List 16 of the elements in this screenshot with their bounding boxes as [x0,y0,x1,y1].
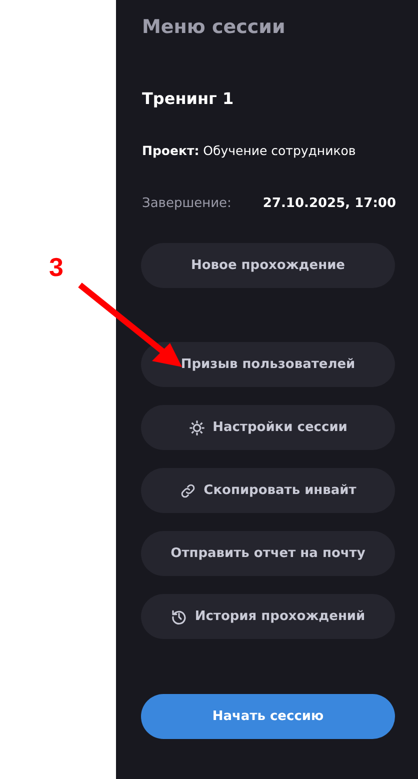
end-value: 27.10.2025, 17:00 [262,195,396,213]
panel-title: Меню сессии [142,15,286,40]
gear-icon [188,420,205,436]
menu-button[interactable]: Настройки сессии [141,405,395,450]
session-name: Тренинг 1 [142,88,235,110]
start-session-button[interactable]: Начать сессию [141,694,395,739]
history-icon [170,608,187,624]
menu-button[interactable]: История прохождений [141,594,395,639]
link-icon [180,482,196,498]
menu-button[interactable]: Скопировать инвайт [141,468,395,513]
step-number: 3 [49,252,64,282]
menu-button[interactable]: Отправить отчет на почту [141,531,395,576]
menu-button[interactable]: Новое прохождение [141,243,395,288]
menu-button[interactable]: Призыв пользователей [141,342,395,387]
project-text: Проект: Обучение сотрудников [142,142,357,160]
end-label: Завершение: [142,195,232,213]
